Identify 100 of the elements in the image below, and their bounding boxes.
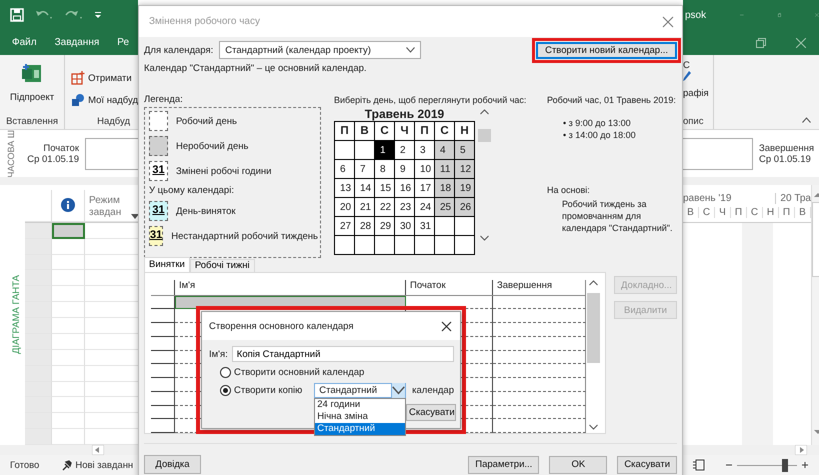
table-cell[interactable]: [493, 406, 586, 420]
calendar-day[interactable]: 25: [435, 198, 455, 217]
subproject-button[interactable]: Підпроект: [10, 60, 54, 105]
column-header[interactable]: Режим завдан: [89, 194, 129, 219]
restore-icon[interactable]: [778, 10, 782, 20]
scroll-up-icon[interactable]: [588, 280, 598, 286]
menu-tab[interactable]: Ре: [105, 37, 130, 48]
calendar-day[interactable]: 21: [355, 198, 375, 217]
table-cell[interactable]: [493, 350, 586, 364]
scroll-down-icon[interactable]: [480, 235, 488, 241]
get-addins-button[interactable]: Отримати: [71, 71, 138, 85]
row-header[interactable]: [151, 350, 175, 364]
table-cell[interactable]: [493, 323, 586, 337]
row-header[interactable]: [151, 419, 175, 434]
calendar-day[interactable]: 19: [455, 179, 475, 198]
calendar-day[interactable]: 6: [335, 160, 355, 179]
scroll-up-icon[interactable]: [480, 109, 488, 115]
dialog-button[interactable]: OK: [549, 456, 608, 474]
new-tasks-mode[interactable]: Нові завданн: [61, 459, 134, 471]
table-cell[interactable]: [493, 309, 586, 324]
calendar-day[interactable]: 1: [375, 141, 395, 160]
close-icon[interactable]: [441, 320, 452, 332]
dropdown-caret-icon[interactable]: [391, 382, 406, 398]
name-field[interactable]: Копія Стандартний: [232, 346, 454, 362]
dialog-button[interactable]: Скасувати: [617, 456, 677, 474]
calendar-day[interactable]: 22: [375, 198, 395, 217]
tab[interactable]: Робочі тижні: [190, 259, 255, 272]
row-header[interactable]: [151, 406, 175, 420]
menu-tab[interactable]: Файл: [0, 37, 37, 48]
dropdown-option[interactable]: Нічна зміна: [315, 410, 406, 422]
radio-option[interactable]: Створити копію: [220, 384, 302, 396]
calendar-day[interactable]: 17: [415, 179, 435, 198]
calendar-day[interactable]: 8: [375, 160, 395, 179]
calendar-day[interactable]: 10: [415, 160, 435, 179]
row-header[interactable]: [151, 364, 175, 378]
calendar-day[interactable]: 3: [415, 141, 435, 160]
scroll-down-icon[interactable]: [588, 424, 598, 430]
calendar-day[interactable]: 13: [335, 179, 355, 198]
menu-tab[interactable]: Завдання: [42, 37, 100, 48]
table-cell[interactable]: [493, 296, 586, 310]
zoom-in-icon[interactable]: [801, 461, 809, 469]
customize-icon[interactable]: [94, 10, 102, 20]
scroll-thumb[interactable]: [478, 128, 490, 142]
dropdown-option[interactable]: Стандартний: [315, 422, 406, 434]
calendar-day[interactable]: 2: [395, 141, 415, 160]
column-header[interactable]: Завершення: [493, 280, 586, 295]
calendar-day[interactable]: 9: [395, 160, 415, 179]
calendar-day[interactable]: 18: [435, 179, 455, 198]
calendar-day[interactable]: 30: [395, 217, 415, 236]
collapse-ribbon-icon[interactable]: [802, 117, 811, 123]
my-addins-button[interactable]: Мої надбуд: [71, 93, 138, 107]
column-header[interactable]: Ім'я: [175, 280, 406, 295]
table-cell[interactable]: [493, 364, 586, 378]
calendar-day[interactable]: 29: [375, 217, 395, 236]
row-header[interactable]: [151, 378, 175, 392]
calendar-day[interactable]: 31: [415, 217, 435, 236]
row-header[interactable]: [151, 392, 175, 406]
dropdown-option[interactable]: 24 години: [315, 398, 406, 410]
calendar-day[interactable]: 20: [335, 198, 355, 217]
calendar-day[interactable]: 16: [395, 179, 415, 198]
vertical-scrollbar[interactable]: [586, 280, 600, 430]
calendar-day[interactable]: 7: [355, 160, 375, 179]
restore-icon[interactable]: [756, 38, 766, 48]
radio-option[interactable]: Створити основний календар: [220, 366, 364, 378]
calendar-day[interactable]: 23: [395, 198, 415, 217]
row-header[interactable]: [151, 336, 175, 351]
selected-cell[interactable]: [52, 222, 85, 239]
table-cell[interactable]: [493, 336, 586, 351]
table-cell[interactable]: [493, 419, 586, 434]
table-cell[interactable]: [493, 378, 586, 392]
new-calendar-button[interactable]: Створити новий календар...: [536, 42, 677, 58]
tab[interactable]: Винятки: [144, 257, 190, 272]
redo-icon[interactable]: [64, 9, 84, 21]
calendar-day[interactable]: 11: [435, 160, 455, 179]
scroll-left-icon[interactable]: [92, 445, 104, 455]
calendar-day[interactable]: 4: [435, 141, 455, 160]
scroll-right-icon[interactable]: [795, 445, 807, 455]
view-icon[interactable]: [693, 459, 705, 471]
calendar-day[interactable]: 28: [355, 217, 375, 236]
slider-thumb[interactable]: [782, 458, 788, 472]
dropdown-caret-icon[interactable]: [406, 47, 416, 53]
help-button[interactable]: Довідка: [144, 455, 201, 474]
calendar-day[interactable]: 5: [455, 141, 475, 160]
calendar-day[interactable]: 26: [455, 198, 475, 217]
dropdown-caret-icon[interactable]: [131, 214, 138, 219]
calendar-day[interactable]: 27: [335, 217, 355, 236]
column-header[interactable]: Початок: [406, 280, 493, 295]
calendar-day[interactable]: 14: [355, 179, 375, 198]
undo-icon[interactable]: [34, 9, 54, 21]
calendar-select[interactable]: Стандартний (календар проекту): [219, 41, 422, 59]
row-header[interactable]: [151, 309, 175, 324]
save-icon[interactable]: [10, 8, 24, 22]
row-header[interactable]: [151, 323, 175, 337]
calendar-day[interactable]: 12: [455, 160, 475, 179]
cancel-button[interactable]: Скасувати: [406, 404, 456, 421]
table-cell[interactable]: [493, 392, 586, 406]
dialog-button[interactable]: Параметри...: [468, 456, 540, 474]
ribbon-button[interactable]: рафія: [683, 88, 709, 99]
calendar-day[interactable]: 15: [375, 179, 395, 198]
calendar-day[interactable]: 24: [415, 198, 435, 217]
